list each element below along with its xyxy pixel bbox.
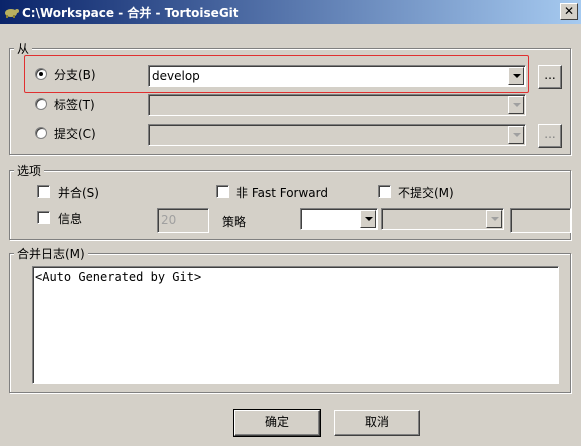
branch-browse-button[interactable]: ... [538, 65, 562, 89]
strategy-combo[interactable] [300, 208, 378, 230]
strategy-label: 策略 [222, 215, 247, 229]
chevron-down-icon [365, 217, 373, 221]
branch-combo-value: develop [152, 69, 200, 83]
chevron-down-icon [513, 74, 521, 78]
no-commit-label: 不提交(M) [398, 186, 454, 200]
tag-dropdown-button[interactable] [508, 96, 524, 114]
merge-log-text: <Auto Generated by Git> [35, 270, 202, 284]
branch-radio-label: 分支(B) [54, 68, 96, 82]
chevron-down-icon [513, 133, 521, 137]
options-group-label: 选项 [14, 162, 45, 179]
merge-log-group-label: 合并日志(M) [14, 245, 88, 262]
log-checkbox[interactable] [37, 211, 50, 224]
squash-checkbox[interactable] [37, 185, 50, 198]
log-count-field[interactable]: 20 [157, 208, 209, 233]
branch-combo[interactable]: develop [148, 65, 526, 87]
tag-radio[interactable] [35, 98, 47, 110]
chevron-down-icon [513, 103, 521, 107]
ok-button[interactable]: 确定 [233, 409, 321, 437]
window-title: C:\Workspace - 合并 - TortoiseGit [22, 6, 239, 20]
tag-radio-label: 标签(T) [54, 98, 95, 112]
close-icon: ✕ [563, 4, 575, 18]
log-label: 信息 [58, 212, 83, 226]
tortoisegit-icon [5, 9, 19, 18]
title-bar: C:\Workspace - 合并 - TortoiseGit ✕ [0, 0, 581, 24]
commit-browse-button[interactable]: ... [538, 124, 562, 148]
no-ff-label: 非 Fast Forward [236, 186, 328, 200]
chevron-down-icon [491, 217, 499, 221]
cancel-button[interactable]: 取消 [334, 410, 420, 436]
strategy-option-dropdown-button[interactable] [486, 210, 502, 228]
tag-combo[interactable] [148, 94, 526, 116]
close-button[interactable]: ✕ [560, 3, 578, 20]
strategy-dropdown-button[interactable] [360, 210, 376, 228]
merge-log-textarea[interactable]: <Auto Generated by Git> [32, 266, 559, 384]
strategy-param-field[interactable] [510, 208, 571, 233]
squash-label: 并合(S) [58, 186, 99, 200]
commit-dropdown-button[interactable] [508, 126, 524, 144]
branch-radio[interactable] [35, 68, 47, 80]
commit-combo[interactable] [148, 124, 526, 146]
no-ff-checkbox[interactable] [216, 185, 229, 198]
commit-radio-label: 提交(C) [54, 127, 96, 141]
strategy-option-combo[interactable] [381, 208, 504, 230]
no-commit-checkbox[interactable] [378, 185, 391, 198]
branch-dropdown-button[interactable] [508, 67, 524, 85]
log-count-value: 20 [161, 213, 177, 227]
commit-radio[interactable] [35, 127, 47, 139]
